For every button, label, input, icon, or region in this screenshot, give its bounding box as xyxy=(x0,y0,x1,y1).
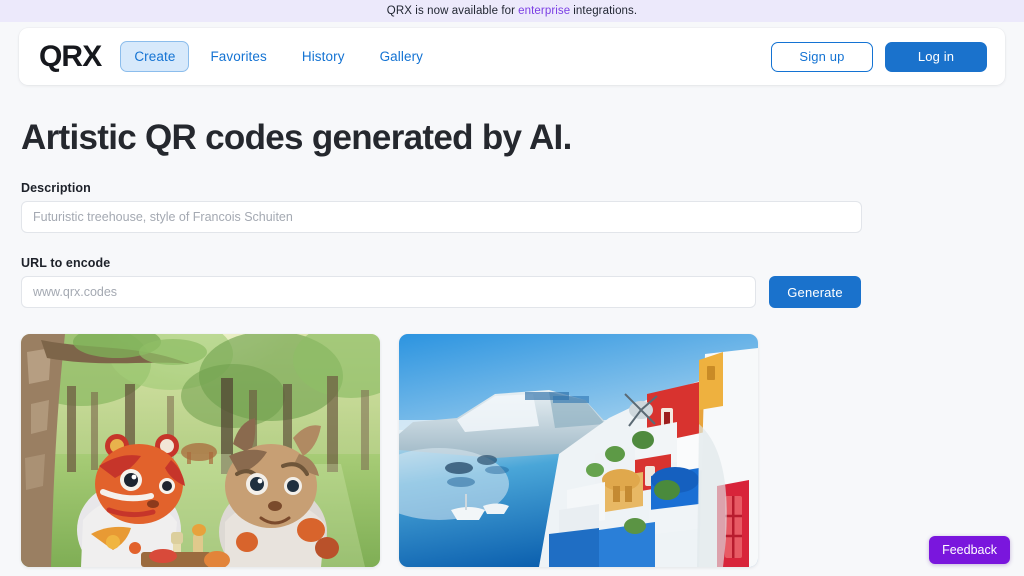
description-input[interactable] xyxy=(21,201,862,234)
description-label: Description xyxy=(21,181,91,196)
banner-text-before: QRX is now available for xyxy=(386,5,516,17)
main-content: Artistic QR codes generated by AI. Descr… xyxy=(0,118,1024,568)
url-label: URL to encode xyxy=(21,256,111,271)
url-input[interactable] xyxy=(21,276,756,309)
generate-button[interactable]: Generate xyxy=(769,276,861,309)
nav-item-favorites[interactable]: Favorites xyxy=(196,41,280,72)
nav-item-create[interactable]: Create xyxy=(120,41,190,72)
page-title: Artistic QR codes generated by AI. xyxy=(21,118,572,157)
brand-logo[interactable]: QRX xyxy=(39,41,102,72)
enterprise-link[interactable]: enterprise xyxy=(518,5,570,17)
main-navigation-bar: QRX Create Favorites History Gallery Sig… xyxy=(19,28,1005,85)
forest-picnic-artwork xyxy=(21,334,380,568)
url-row: Generate xyxy=(21,276,1005,309)
feedback-button[interactable]: Feedback xyxy=(929,536,1010,564)
greek-island-artwork xyxy=(399,334,758,568)
login-button[interactable]: Log in xyxy=(885,41,987,72)
nav-links-group: Create Favorites History Gallery xyxy=(120,41,437,72)
nav-item-gallery[interactable]: Gallery xyxy=(366,41,437,72)
results-gallery xyxy=(21,334,1005,568)
nav-auth-group: Sign up Log in xyxy=(771,41,987,72)
banner-text-after: integrations. xyxy=(573,5,638,17)
result-card-forest-picnic[interactable] xyxy=(21,334,380,568)
announcement-banner: QRX is now available for enterprise inte… xyxy=(0,0,1024,22)
result-card-greek-island[interactable] xyxy=(399,334,758,568)
navigation-wrapper: QRX Create Favorites History Gallery Sig… xyxy=(0,22,1024,85)
nav-item-history[interactable]: History xyxy=(288,41,359,72)
signup-button[interactable]: Sign up xyxy=(771,41,873,72)
